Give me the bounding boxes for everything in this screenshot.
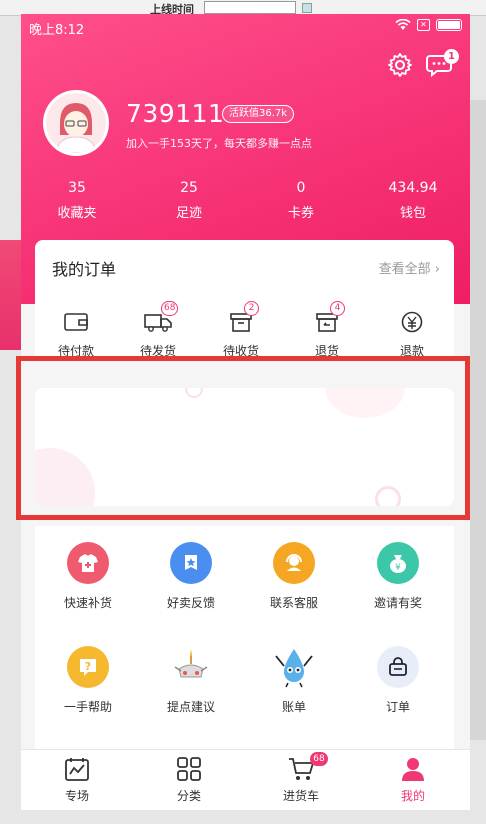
stat-value: 25 <box>180 180 198 196</box>
refund-icon <box>398 310 426 334</box>
gear-icon[interactable] <box>387 52 413 78</box>
message-badge: 1 <box>444 49 459 64</box>
service-label: 订单 <box>385 700 410 714</box>
view-all-orders-link[interactable]: 查看全部 › <box>379 258 440 277</box>
headset-icon <box>273 542 315 584</box>
stat-footprints[interactable]: 25 足迹 <box>144 180 234 221</box>
service-label: 邀请有奖 <box>373 596 422 610</box>
service-good-sales-feedback[interactable]: 好卖反馈 <box>141 542 241 611</box>
stats-row: 35 收藏夹 25 足迹 0 卡券 434.94 钱包 <box>21 180 470 224</box>
nav-label: 进货车 <box>282 789 319 803</box>
order-pending-payment[interactable]: 待付款 <box>41 310 111 359</box>
cart-icon: 68 <box>288 752 328 782</box>
order-status-row: 待付款 68 待发货 2 待收货 4 退货 退款 <box>35 301 454 360</box>
stat-coupons[interactable]: 0 卡券 <box>256 180 346 221</box>
order-bag-icon <box>377 646 419 688</box>
nav-label: 我的 <box>400 789 425 803</box>
order-count-badge: 68 <box>161 301 179 316</box>
box-icon: 2 <box>227 301 259 334</box>
highlight-annotation <box>16 356 470 520</box>
order-refunds[interactable]: 退款 <box>377 310 447 359</box>
service-help[interactable]: ? 一手帮助 <box>38 646 138 715</box>
avatar[interactable] <box>43 90 109 156</box>
chevron-right-icon: › <box>434 262 440 277</box>
money-bag-icon: ¥ <box>377 542 419 584</box>
username: 739111 <box>126 99 225 128</box>
service-label: 好卖反馈 <box>166 596 215 610</box>
stat-value: 35 <box>68 180 86 196</box>
shirt-plus-icon <box>67 542 109 584</box>
service-label: 一手帮助 <box>63 700 112 714</box>
water-drop-mascot-icon <box>273 646 315 688</box>
stat-value: 434.94 <box>388 180 438 196</box>
battery-icon <box>436 19 462 31</box>
svg-text:¥: ¥ <box>395 563 401 573</box>
calendar-icon[interactable] <box>302 3 312 13</box>
stat-label: 收藏夹 <box>57 206 97 221</box>
background-right-panel <box>468 100 486 740</box>
services-grid: 快速补货 好卖反馈 联系客服 ¥ 邀请有奖 ? 一手帮助 提点建议 账单 订单 <box>35 526 454 786</box>
return-icon: 4 <box>313 301 345 334</box>
background-left-panel <box>0 240 22 350</box>
status-time: 晚上8:12 <box>29 23 85 38</box>
nav-category[interactable]: 分类 <box>149 756 229 804</box>
nav-mine[interactable]: 我的 <box>373 756 453 804</box>
activity-badge: 活跃值36.7k <box>222 105 295 123</box>
order-count-badge: 2 <box>244 301 259 316</box>
stat-value: 0 <box>296 180 306 196</box>
person-icon <box>400 756 426 782</box>
wallet-icon <box>62 310 90 334</box>
stat-label: 足迹 <box>175 206 202 221</box>
stat-favorites[interactable]: 35 收藏夹 <box>32 180 122 221</box>
service-bill[interactable]: 账单 <box>244 646 344 715</box>
service-suggestions[interactable]: 提点建议 <box>141 646 241 715</box>
cart-count-badge: 68 <box>310 752 328 766</box>
birthday-cake-icon <box>170 646 212 688</box>
grid-icon <box>176 756 202 782</box>
wifi-icon <box>395 19 411 31</box>
question-icon: ? <box>67 646 109 688</box>
orders-title: 我的订单 <box>52 260 117 279</box>
nav-cart[interactable]: 68 进货车 <box>261 752 341 804</box>
service-quick-restock[interactable]: 快速补货 <box>38 542 138 611</box>
service-label: 提点建议 <box>166 700 215 714</box>
service-label: 账单 <box>281 700 306 714</box>
nav-label: 分类 <box>176 789 201 803</box>
nav-label: 专场 <box>64 789 89 803</box>
order-count-badge: 4 <box>330 301 345 316</box>
member-slogan: 加入一手153天了，每天都多赚一点点 <box>126 137 312 150</box>
service-label: 快速补货 <box>63 596 112 610</box>
sim-icon: ✕ <box>417 19 430 31</box>
bottom-navigation: 专场 分类 68 进货车 我的 <box>21 749 470 810</box>
truck-icon: 68 <box>144 301 179 334</box>
view-all-label: 查看全部 <box>378 262 431 277</box>
nav-special[interactable]: 专场 <box>37 756 117 804</box>
service-invite-reward[interactable]: ¥ 邀请有奖 <box>348 542 448 611</box>
service-orders[interactable]: 订单 <box>348 646 448 715</box>
status-bar: 晚上8:12 ✕ <box>21 14 470 40</box>
my-orders-card: 我的订单 查看全部 › 待付款 68 待发货 2 待收货 4 退货 退款 <box>35 240 454 360</box>
stat-wallet[interactable]: 434.94 钱包 <box>368 180 458 221</box>
order-pending-receipt[interactable]: 2 待收货 <box>206 301 276 359</box>
order-returns[interactable]: 4 退货 <box>292 301 362 359</box>
stat-label: 钱包 <box>399 206 426 221</box>
service-customer-support[interactable]: 联系客服 <box>244 542 344 611</box>
svg-text:?: ? <box>85 660 91 673</box>
service-label: 联系客服 <box>269 596 318 610</box>
background-date-field[interactable] <box>204 1 296 14</box>
order-pending-shipment[interactable]: 68 待发货 <box>123 301 193 359</box>
stat-label: 卡券 <box>287 206 314 221</box>
calendar-chart-icon <box>64 756 90 782</box>
star-badge-icon <box>170 542 212 584</box>
